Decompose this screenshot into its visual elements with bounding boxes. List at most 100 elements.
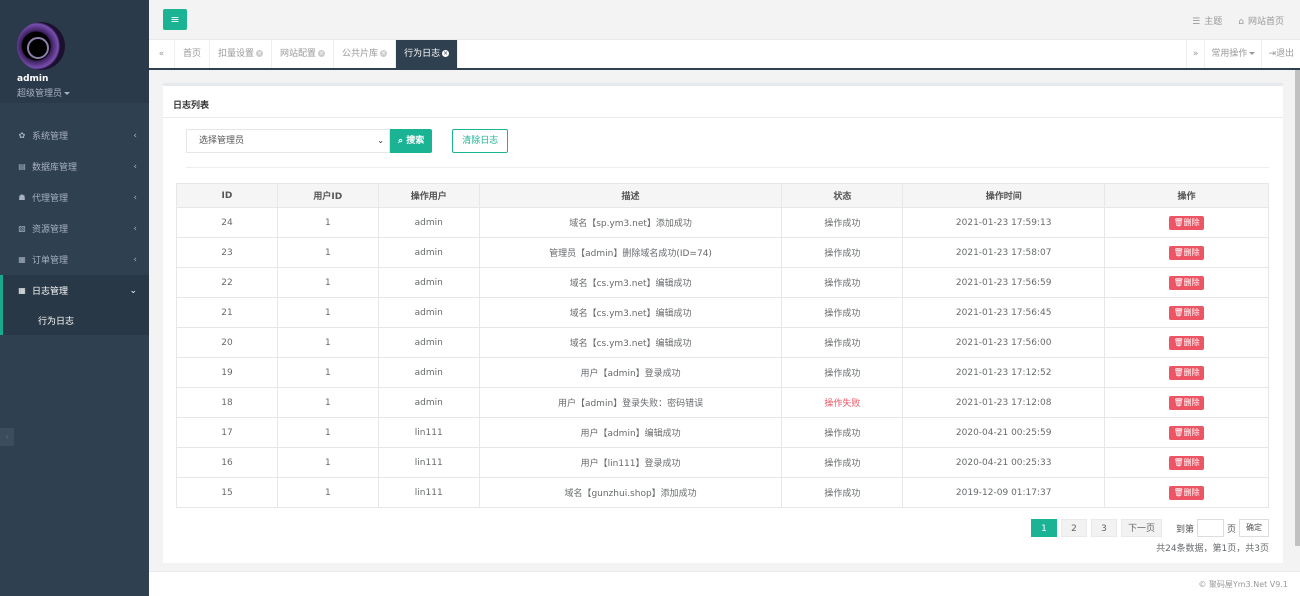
cell-action: 🗑︎删除 xyxy=(1104,237,1269,268)
cell-user-id: 1 xyxy=(276,477,379,508)
cell-user-id: 1 xyxy=(276,417,379,448)
home-link[interactable]: ⌂ 网站首页 xyxy=(1238,14,1284,27)
tabs-scroll-right-button[interactable]: » xyxy=(1185,40,1205,68)
tab-deduction-settings[interactable]: 扣量设置 × xyxy=(210,40,273,68)
close-icon[interactable]: × xyxy=(318,50,326,57)
table-row: 17 1 lin111 用户【admin】编辑成功 操作成功 2020-04-21 00:… xyxy=(176,417,1269,448)
delete-button[interactable]: 🗑︎删除 xyxy=(1169,215,1204,230)
chevron-left-icon: ‹ xyxy=(133,161,137,172)
cell-operator: lin111 xyxy=(377,417,480,448)
cell-description: 用户【admin】登录成功 xyxy=(478,357,783,388)
delete-button[interactable]: 🗑︎删除 xyxy=(1169,455,1204,470)
page-3-button[interactable]: 3 xyxy=(1090,519,1117,537)
chevron-left-icon: ‹ xyxy=(133,130,137,141)
pagination: 1 2 3 下一页 到第 页 确定 xyxy=(1030,519,1269,537)
sidebar-item-resource[interactable]: ▧ 资源管理 ‹ xyxy=(0,213,149,244)
cell-description: 域名【cs.ym3.net】编辑成功 xyxy=(478,297,783,328)
log-table: ID 用户ID 操作用户 描述 状态 操作时间 操作 24 1 admin 域名【sp… xyxy=(176,183,1269,508)
cell-status: 操作成功 xyxy=(781,237,904,268)
header-links: ☰ 主题 ⌂ 网站首页 xyxy=(1192,14,1284,27)
cell-action: 🗑︎删除 xyxy=(1104,417,1269,448)
tabs-scroll-left-button[interactable]: « xyxy=(149,40,175,68)
page-scrollbar[interactable] xyxy=(1295,70,1300,546)
home-icon: ⌂ xyxy=(1238,17,1244,27)
sidebar-item-order[interactable]: ▦ 订单管理 ‹ xyxy=(0,244,149,275)
table-row: 18 1 admin 用户【admin】登录失败：密码错误 操作失败 2021-01-23… xyxy=(176,387,1269,418)
sidebar-item-database[interactable]: ▤ 数据库管理 ‹ xyxy=(0,151,149,182)
tab-behavior-log[interactable]: 行为日志 × xyxy=(396,40,459,68)
goto-page-input[interactable] xyxy=(1196,519,1224,537)
sidebar-toggle-handle[interactable]: ‹ xyxy=(0,428,14,446)
search-button[interactable]: ⌕ 搜索 xyxy=(390,129,433,153)
close-icon[interactable]: × xyxy=(256,50,264,57)
database-icon: ▤ xyxy=(18,162,26,171)
cell-user-id: 1 xyxy=(276,297,379,328)
tabs-right-tools: » 常用操作 ⇥退出 xyxy=(1185,40,1300,68)
sidebar-subitem-behavior-log[interactable]: 行为日志 xyxy=(0,306,149,335)
pagination-summary: 共24条数据，第1页，共3页 xyxy=(1156,544,1269,554)
delete-button[interactable]: 🗑︎删除 xyxy=(1169,395,1204,410)
cell-status: 操作成功 xyxy=(781,477,904,508)
tab-public-library[interactable]: 公共片库 × xyxy=(334,40,397,68)
delete-button[interactable]: 🗑︎删除 xyxy=(1169,245,1204,260)
avatar[interactable] xyxy=(17,22,65,70)
sidebar: admin 超级管理员 ✿ 系统管理 ‹ ▤ 数据库管理 ‹ ☗ 代理管理 ‹ ▧ 资源管理 ‹… xyxy=(0,0,149,596)
sidebar-item-system[interactable]: ✿ 系统管理 ‹ xyxy=(0,120,149,151)
search-icon: ⌕ xyxy=(398,136,407,146)
cell-status: 操作失败 xyxy=(781,387,904,418)
table-header-row: ID 用户ID 操作用户 描述 状态 操作时间 操作 xyxy=(176,183,1269,208)
cell-time: 2021-01-23 17:12:08 xyxy=(902,387,1106,418)
copy-icon: ▧ xyxy=(18,224,26,233)
cell-operator: admin xyxy=(377,327,480,358)
users-icon: ☗ xyxy=(18,193,26,202)
cell-operator: admin xyxy=(377,237,480,268)
delete-button[interactable]: 🗑︎删除 xyxy=(1169,335,1204,350)
page-1-button[interactable]: 1 xyxy=(1030,519,1057,537)
cell-id: 24 xyxy=(176,207,278,238)
delete-button[interactable]: 🗑︎删除 xyxy=(1169,305,1204,320)
table-row: 15 1 lin111 域名【gunzhui.shop】添加成功 操作成功 2019-12… xyxy=(176,477,1269,508)
cell-status: 操作成功 xyxy=(781,207,904,238)
sidebar-item-log[interactable]: ▦ 日志管理 ⌄ xyxy=(0,275,149,306)
chevron-left-icon: ‹ xyxy=(133,254,137,265)
close-icon[interactable]: × xyxy=(442,50,450,57)
cell-description: 用户【lin111】登录成功 xyxy=(478,447,783,478)
cell-status: 操作成功 xyxy=(781,357,904,388)
tab-home[interactable]: 首页 xyxy=(175,40,211,68)
col-header-action: 操作 xyxy=(1104,183,1269,208)
caret-down-icon xyxy=(1249,52,1256,55)
logout-button[interactable]: ⇥退出 xyxy=(1261,40,1300,68)
theme-link[interactable]: ☰ 主题 xyxy=(1192,14,1222,27)
admin-select[interactable]: 选择管理员 ⌄ xyxy=(186,129,390,153)
delete-button[interactable]: 🗑︎删除 xyxy=(1169,425,1204,440)
delete-button[interactable]: 🗑︎删除 xyxy=(1169,365,1204,380)
cell-operator: admin xyxy=(377,207,480,238)
profile-area: admin 超级管理员 xyxy=(0,0,149,103)
cell-action: 🗑︎删除 xyxy=(1104,297,1269,328)
trash-icon: 🗑︎ xyxy=(1173,217,1184,227)
trash-icon: 🗑︎ xyxy=(1173,337,1184,347)
trash-icon: 🗑︎ xyxy=(1173,487,1184,497)
menu-toggle-button[interactable]: ≡ xyxy=(163,9,187,30)
close-icon[interactable]: × xyxy=(380,50,388,57)
cell-status: 操作成功 xyxy=(781,327,904,358)
cell-description: 域名【cs.ym3.net】编辑成功 xyxy=(478,327,783,358)
goto-confirm-button[interactable]: 确定 xyxy=(1239,519,1269,537)
delete-button[interactable]: 🗑︎删除 xyxy=(1169,485,1204,500)
cell-user-id: 1 xyxy=(276,447,379,478)
sidebar-item-agent[interactable]: ☗ 代理管理 ‹ xyxy=(0,182,149,213)
page-2-button[interactable]: 2 xyxy=(1060,519,1087,537)
user-role-dropdown[interactable]: 超级管理员 xyxy=(17,86,71,99)
cell-time: 2019-12-09 01:17:37 xyxy=(902,477,1106,508)
cell-user-id: 1 xyxy=(276,237,379,268)
common-ops-dropdown[interactable]: 常用操作 xyxy=(1204,40,1261,68)
cell-time: 2021-01-23 17:56:00 xyxy=(902,327,1106,358)
next-page-button[interactable]: 下一页 xyxy=(1120,519,1162,537)
clear-log-button[interactable]: 清除日志 xyxy=(452,129,509,153)
tab-site-config[interactable]: 网站配置 × xyxy=(272,40,335,68)
cell-action: 🗑︎删除 xyxy=(1104,267,1269,298)
cell-time: 2021-01-23 17:12:52 xyxy=(902,357,1106,388)
sidebar-menu: ✿ 系统管理 ‹ ▤ 数据库管理 ‹ ☗ 代理管理 ‹ ▧ 资源管理 ‹ ▦ 订单管理 ‹ ▦ 日志管… xyxy=(0,120,149,335)
delete-button[interactable]: 🗑︎删除 xyxy=(1169,275,1204,290)
cell-id: 22 xyxy=(176,267,278,298)
